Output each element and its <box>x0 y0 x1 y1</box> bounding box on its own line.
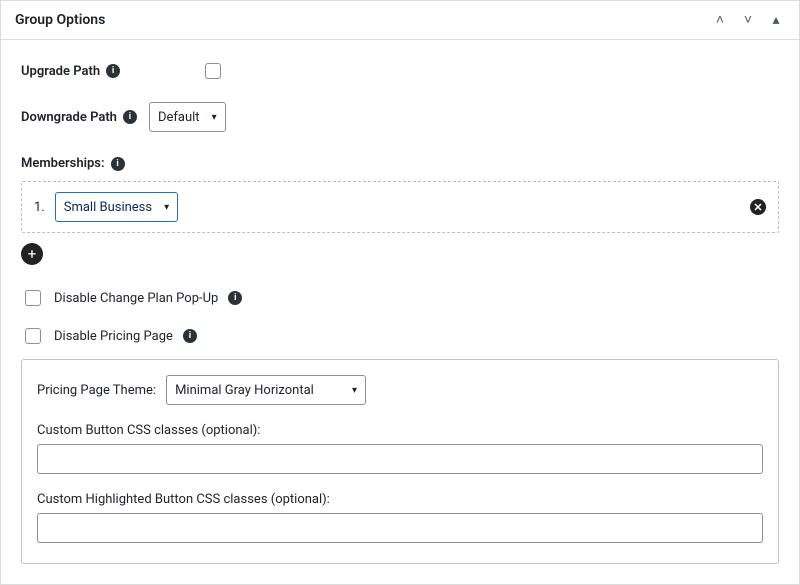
move-up-button[interactable]: ˄ <box>709 9 731 31</box>
disable-pricing-checkbox[interactable] <box>25 328 41 344</box>
collapse-button[interactable]: ▴ <box>765 9 787 31</box>
memberships-label-text: Memberships: <box>21 156 105 171</box>
upgrade-path-label: Upgrade Path i <box>21 64 201 79</box>
disable-pricing-row: Disable Pricing Page i <box>21 325 779 347</box>
info-icon[interactable]: i <box>228 291 242 305</box>
disable-change-plan-checkbox[interactable] <box>25 290 41 306</box>
membership-select[interactable]: Small Business ▾ <box>55 192 178 222</box>
chevron-down-icon: ▾ <box>352 385 357 396</box>
panel-body: Upgrade Path i Downgrade Path i Default … <box>1 40 799 584</box>
downgrade-path-row: Downgrade Path i Default ▾ <box>21 102 779 132</box>
upgrade-path-row: Upgrade Path i <box>21 60 779 82</box>
downgrade-path-value: Default <box>158 110 200 125</box>
disable-change-plan-row: Disable Change Plan Pop-Up i <box>21 287 779 309</box>
custom-button-css-block: Custom Button CSS classes (optional): <box>37 423 763 474</box>
downgrade-path-label-text: Downgrade Path <box>21 110 117 125</box>
disable-pricing-label: Disable Pricing Page <box>54 329 173 344</box>
pricing-page-panel: Pricing Page Theme: Minimal Gray Horizon… <box>21 359 779 564</box>
custom-button-css-input[interactable] <box>37 444 763 474</box>
info-icon[interactable]: i <box>183 329 197 343</box>
downgrade-path-label: Downgrade Path i <box>21 110 137 125</box>
custom-highlighted-css-input[interactable] <box>37 513 763 543</box>
info-icon[interactable]: i <box>111 157 125 171</box>
chevron-down-icon: ▾ <box>164 202 169 213</box>
panel-title: Group Options <box>15 12 105 28</box>
upgrade-path-checkbox[interactable] <box>205 63 221 79</box>
custom-highlighted-css-block: Custom Highlighted Button CSS classes (o… <box>37 492 763 543</box>
pricing-theme-select[interactable]: Minimal Gray Horizontal ▾ <box>166 375 366 405</box>
custom-button-css-label: Custom Button CSS classes (optional): <box>37 423 763 438</box>
move-down-button[interactable]: ˅ <box>737 9 759 31</box>
memberships-label: Memberships: i <box>21 156 125 171</box>
pricing-theme-row: Pricing Page Theme: Minimal Gray Horizon… <box>37 375 763 405</box>
memberships-row: Memberships: i <box>21 156 779 171</box>
membership-value: Small Business <box>64 200 152 215</box>
add-membership-button[interactable]: + <box>21 243 43 265</box>
panel-header: Group Options ˄ ˅ ▴ <box>1 0 799 40</box>
upgrade-path-label-text: Upgrade Path <box>21 64 100 79</box>
panel-actions: ˄ ˅ ▴ <box>709 9 787 31</box>
pricing-theme-value: Minimal Gray Horizontal <box>175 383 314 398</box>
info-icon[interactable]: i <box>106 64 120 78</box>
pricing-theme-label: Pricing Page Theme: <box>37 383 156 398</box>
disable-change-plan-label: Disable Change Plan Pop-Up <box>54 291 218 306</box>
info-icon[interactable]: i <box>123 110 137 124</box>
membership-index: 1. <box>34 200 45 215</box>
downgrade-path-select[interactable]: Default ▾ <box>149 102 226 132</box>
memberships-box: 1. Small Business ▾ ✕ <box>21 181 779 233</box>
chevron-down-icon: ▾ <box>212 112 217 123</box>
membership-item: 1. Small Business ▾ <box>34 192 178 222</box>
remove-membership-button[interactable]: ✕ <box>750 199 766 215</box>
